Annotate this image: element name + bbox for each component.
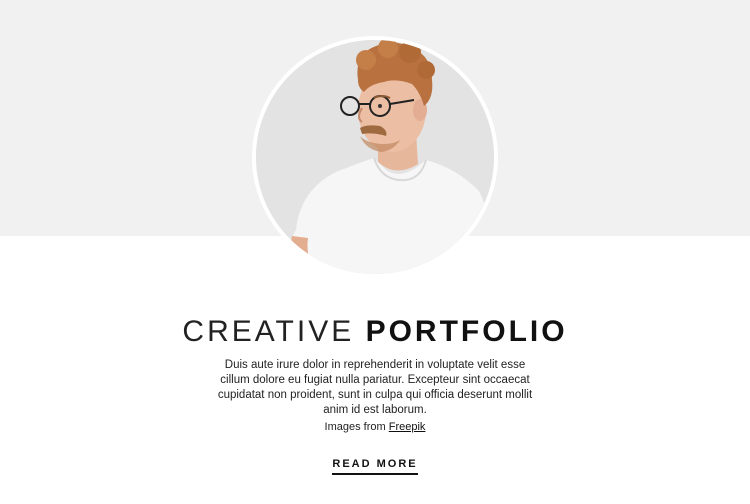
title-light-word: CREATIVE <box>182 315 355 348</box>
image-credit: Images from Freepik <box>0 421 750 433</box>
title-bold-word: PORTFOLIO <box>365 315 568 348</box>
description-text: Duis aute irure dolor in reprehenderit i… <box>217 359 533 416</box>
page-title: CREATIVE PORTFOLIO <box>0 313 750 351</box>
portrait-illustration <box>256 40 494 274</box>
read-more-container: READ MORE <box>0 454 750 475</box>
portrait-frame <box>252 36 498 278</box>
credit-prefix: Images from <box>324 421 386 433</box>
read-more-button[interactable]: READ MORE <box>332 458 418 475</box>
freepik-link[interactable]: Freepik <box>389 421 426 433</box>
portrait-image <box>256 40 494 274</box>
